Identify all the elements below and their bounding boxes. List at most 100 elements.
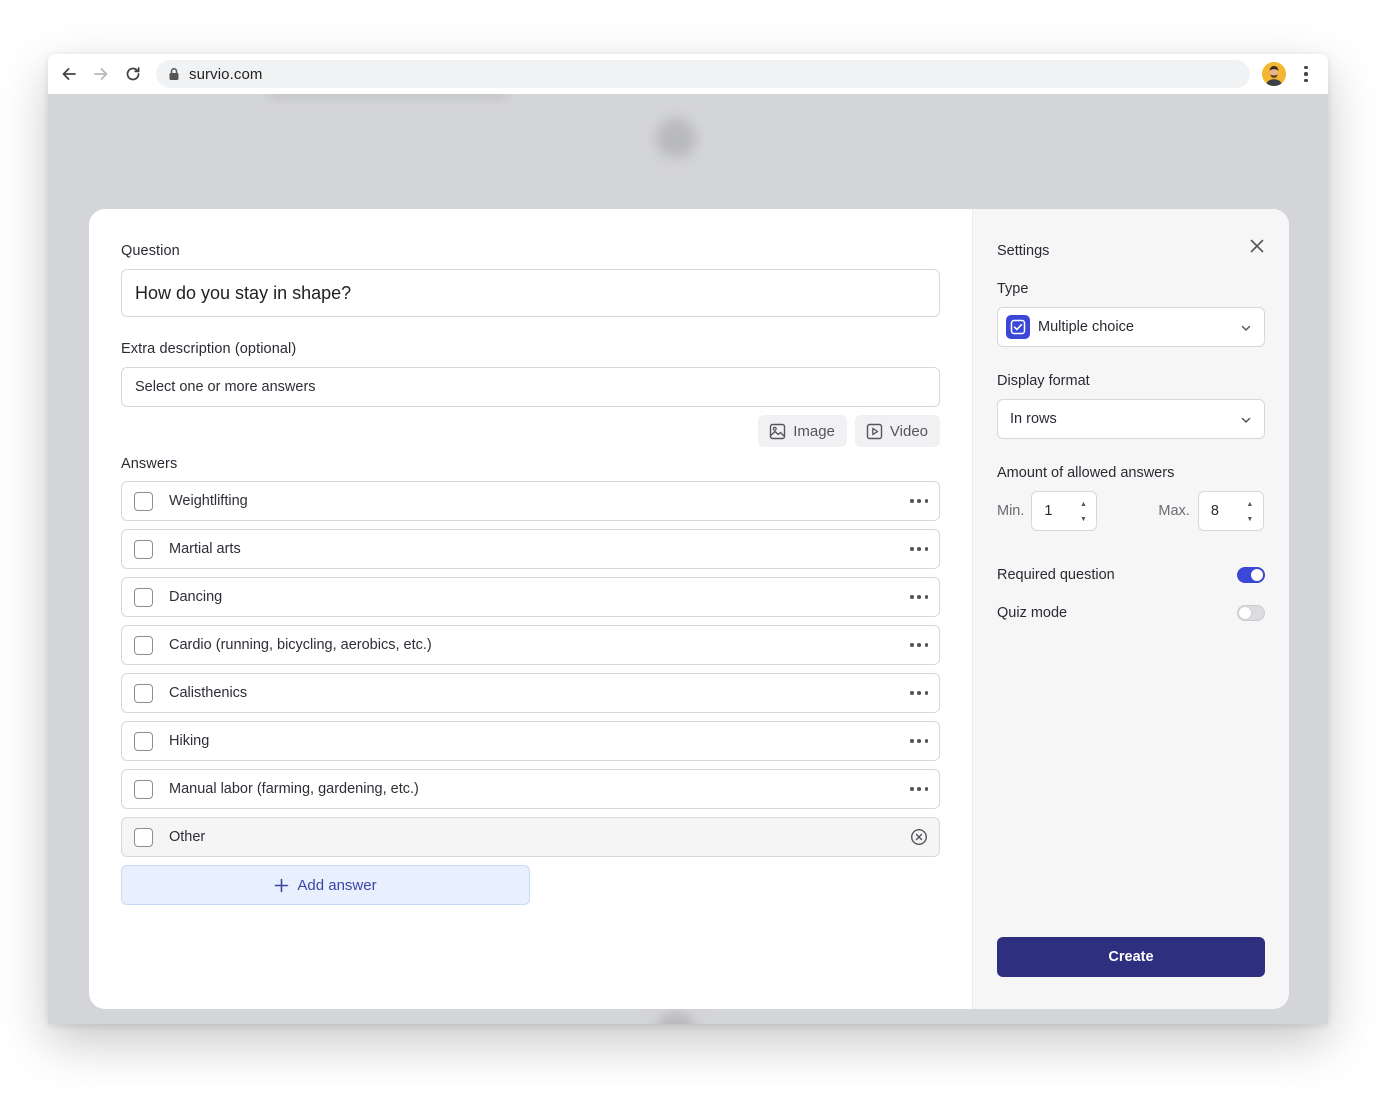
min-stepper[interactable]: 1 ▲ ▼ (1031, 491, 1098, 531)
min-label: Min. (997, 503, 1025, 519)
answer-row[interactable]: Calisthenics (121, 673, 940, 713)
address-bar[interactable]: survio.com (156, 60, 1250, 88)
reload-icon (126, 67, 140, 81)
more-options-icon[interactable] (910, 781, 928, 797)
max-stepper[interactable]: 8 ▲ ▼ (1197, 491, 1264, 531)
question-input[interactable]: How do you stay in shape? (121, 269, 940, 317)
answer-text[interactable]: Manual labor (farming, gardening, etc.) (169, 781, 419, 797)
browser-toolbar: survio.com (48, 54, 1328, 94)
remove-circle-icon[interactable] (910, 828, 928, 846)
add-video-button[interactable]: Video (854, 415, 940, 447)
dot-icon (1304, 78, 1308, 83)
answers-label: Answers (121, 456, 178, 472)
display-format-label: Display format (997, 373, 1090, 389)
answer-row[interactable]: Cardio (running, bicycling, aerobics, et… (121, 625, 940, 665)
browser-window: survio.com Question How do you stay in s… (48, 54, 1328, 1024)
max-value: 8 (1210, 503, 1219, 519)
close-icon[interactable] (1247, 236, 1267, 256)
description-label: Extra description (optional) (121, 341, 297, 357)
answer-checkbox[interactable] (134, 539, 153, 559)
type-select[interactable]: Multiple choice (997, 307, 1265, 347)
required-question-toggle[interactable] (1237, 567, 1265, 583)
answer-checkbox[interactable] (134, 779, 153, 799)
answer-list: Weightlifting Martial arts Dancing Cardi… (121, 481, 940, 857)
answer-text-other: Other (169, 829, 206, 845)
arrow-right-icon (94, 68, 108, 80)
lock-icon (169, 68, 179, 80)
answer-checkbox[interactable] (134, 827, 153, 847)
avatar-icon (1262, 62, 1286, 86)
profile-avatar[interactable] (1262, 62, 1286, 86)
more-options-icon[interactable] (910, 637, 928, 653)
quiz-mode-row: Quiz mode (997, 605, 1265, 621)
more-options-icon[interactable] (910, 685, 928, 701)
answer-checkbox[interactable] (134, 491, 153, 511)
settings-title: Settings (997, 243, 1050, 259)
description-input[interactable]: Select one or more answers (121, 367, 940, 407)
checkbox-type-icon (1006, 315, 1030, 339)
plus-icon (275, 878, 289, 892)
answer-row-other[interactable]: Other (121, 817, 940, 857)
answer-checkbox[interactable] (134, 635, 153, 655)
media-buttons: Image Video (121, 415, 940, 447)
arrow-left-icon (62, 68, 76, 80)
quiz-mode-label: Quiz mode (997, 605, 1068, 621)
type-label: Type (997, 281, 1029, 297)
answer-checkbox[interactable] (134, 587, 153, 607)
forward-button[interactable] (85, 58, 117, 90)
background-blur (656, 118, 696, 158)
dot-icon (1304, 72, 1308, 76)
required-question-row: Required question (997, 567, 1265, 583)
answer-text[interactable]: Martial arts (169, 541, 241, 557)
create-button[interactable]: Create (997, 937, 1265, 977)
add-answer-label: Add answer (297, 876, 377, 894)
answer-row[interactable]: Dancing (121, 577, 940, 617)
reload-button[interactable] (117, 58, 149, 90)
back-button[interactable] (53, 58, 85, 90)
answer-row[interactable]: Hiking (121, 721, 940, 761)
browser-menu-button[interactable] (1298, 64, 1314, 84)
amount-row: Min. 1 ▲ ▼ Max. 8 ▲ ▼ (997, 491, 1265, 531)
more-options-icon[interactable] (910, 541, 928, 557)
answer-text[interactable]: Dancing (169, 589, 222, 605)
settings-panel: Settings Type Multiple choice Display fo… (972, 209, 1289, 1009)
min-value: 1 (1044, 503, 1053, 519)
add-answer-button[interactable]: Add answer (121, 865, 530, 905)
quiz-mode-toggle[interactable] (1237, 605, 1265, 621)
more-options-icon[interactable] (910, 733, 928, 749)
image-icon (770, 423, 786, 439)
background-blur (268, 94, 508, 100)
stepper-arrows-icon[interactable]: ▲ ▼ (1246, 501, 1254, 523)
add-video-label: Video (889, 422, 928, 440)
answer-checkbox[interactable] (134, 731, 153, 751)
chevron-down-icon (1241, 417, 1251, 423)
answer-row[interactable]: Manual labor (farming, gardening, etc.) (121, 769, 940, 809)
stepper-arrows-icon[interactable]: ▲ ▼ (1079, 501, 1087, 523)
background-blur (656, 1012, 696, 1024)
amount-label: Amount of allowed answers (997, 465, 1175, 481)
more-options-icon[interactable] (910, 493, 928, 509)
question-editor-main: Question How do you stay in shape? Extra… (89, 209, 972, 1009)
max-label: Max. (1158, 503, 1190, 519)
answer-checkbox[interactable] (134, 683, 153, 703)
add-image-label: Image (793, 422, 835, 440)
answer-row[interactable]: Weightlifting (121, 481, 940, 521)
answer-text[interactable]: Cardio (running, bicycling, aerobics, et… (169, 637, 432, 653)
display-format-select[interactable]: In rows (997, 399, 1265, 439)
type-value: Multiple choice (1038, 319, 1134, 335)
question-label: Question (121, 243, 180, 259)
question-editor-modal: Question How do you stay in shape? Extra… (89, 209, 1289, 1009)
page-backdrop: Question How do you stay in shape? Extra… (48, 94, 1328, 1024)
more-options-icon[interactable] (910, 589, 928, 605)
chevron-down-icon (1241, 325, 1251, 331)
answer-text[interactable]: Hiking (169, 733, 209, 749)
answer-row[interactable]: Martial arts (121, 529, 940, 569)
required-question-label: Required question (997, 567, 1115, 583)
answer-text[interactable]: Weightlifting (169, 493, 248, 509)
url-text: survio.com (189, 65, 263, 83)
add-image-button[interactable]: Image (758, 415, 847, 447)
answer-text[interactable]: Calisthenics (169, 685, 247, 701)
dot-icon (1304, 65, 1308, 70)
video-icon (866, 423, 883, 439)
display-format-value: In rows (1010, 411, 1057, 427)
